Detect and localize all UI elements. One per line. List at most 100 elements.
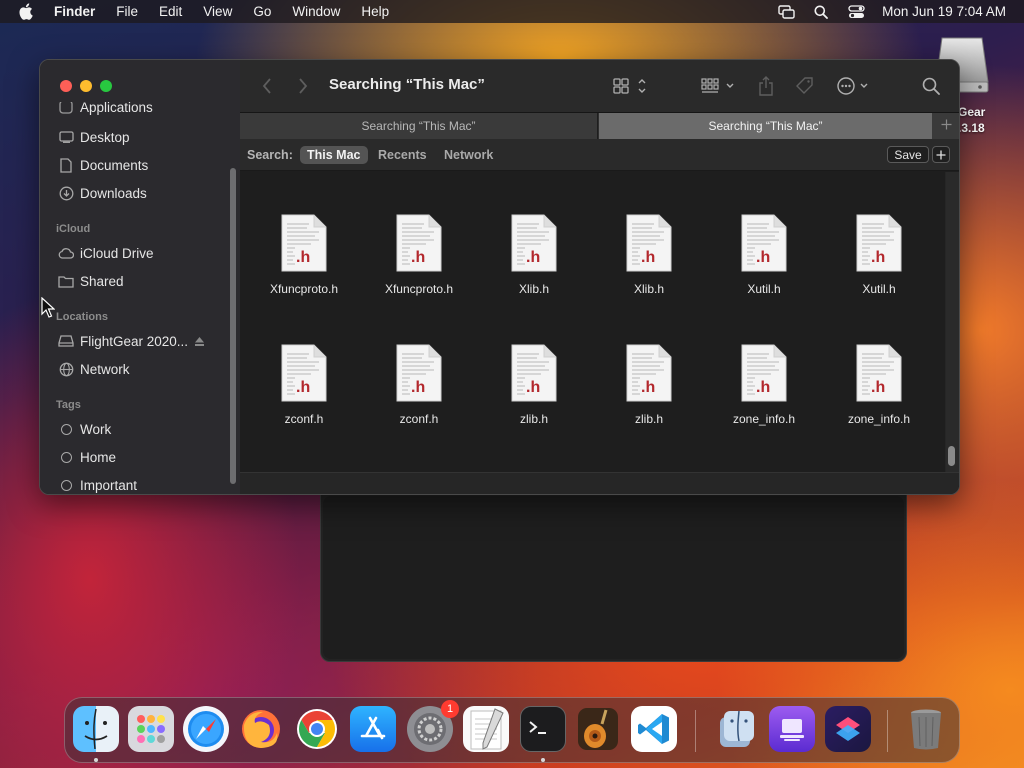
file-extension-label: .h — [871, 379, 886, 396]
dock-garageband-icon[interactable] — [575, 706, 621, 752]
file-item[interactable]: .h Xfuncproto.h — [249, 214, 359, 296]
background-window[interactable] — [320, 475, 907, 662]
close-window-button[interactable] — [60, 80, 72, 92]
tab-search-2-active[interactable]: Searching “This Mac” — [599, 113, 932, 139]
dock-safari-icon[interactable] — [183, 706, 229, 752]
file-name: zone_info.h — [732, 412, 796, 426]
tag-icon[interactable] — [795, 76, 815, 96]
scope-recents[interactable]: Recents — [371, 146, 434, 164]
minimize-window-button[interactable] — [80, 80, 92, 92]
file-grid: .h Xfuncproto.h .h Xfuncproto.h .h Xlib.h .h Xl… — [240, 172, 959, 494]
sidebar-item-label: Desktop — [80, 129, 130, 145]
file-item[interactable]: .h Xlib.h — [479, 214, 589, 296]
sidebar-item-label: iCloud Drive — [80, 245, 154, 261]
header-file-icon: .h — [511, 344, 557, 407]
dock-shortcuts-icon[interactable] — [825, 706, 871, 752]
save-search-button[interactable]: Save — [887, 146, 929, 163]
more-actions-icon[interactable] — [836, 76, 872, 96]
menu-help[interactable]: Help — [361, 4, 389, 19]
dock-textedit-icon[interactable] — [463, 706, 509, 752]
menu-go[interactable]: Go — [253, 4, 271, 19]
dock-firefox-icon[interactable] — [238, 706, 284, 752]
file-name: zone_info.h — [847, 412, 911, 426]
content-scrollbar-track[interactable] — [945, 172, 959, 472]
file-extension-label: .h — [641, 379, 656, 396]
view-mode-grid-icon[interactable] — [612, 76, 650, 96]
sidebar-item-network[interactable]: Network — [40, 358, 230, 380]
file-item[interactable]: .h zone_info.h — [824, 344, 934, 426]
new-tab-button[interactable] — [932, 113, 959, 139]
search-icon[interactable] — [922, 76, 940, 96]
file-extension-label: .h — [871, 249, 886, 266]
dock-terminal-icon[interactable] — [520, 706, 566, 752]
file-item[interactable]: .h Xlib.h — [594, 214, 704, 296]
file-extension-label: .h — [296, 249, 311, 266]
tab-search-1[interactable]: Searching “This Mac” — [240, 113, 598, 139]
dock-trash-icon[interactable] — [903, 706, 949, 752]
sidebar: Applications Desktop Documents Downloads — [40, 60, 240, 494]
sidebar-header-icloud: iCloud — [56, 223, 91, 235]
group-by-icon[interactable] — [700, 76, 738, 96]
menu-app-name[interactable]: Finder — [54, 4, 95, 19]
screen-mirroring-icon[interactable] — [777, 4, 795, 20]
menu-view[interactable]: View — [203, 4, 232, 19]
file-item[interactable]: .h zlib.h — [594, 344, 704, 426]
scope-this-mac[interactable]: This Mac — [300, 146, 368, 164]
sidebar-item-label: Shared — [80, 273, 124, 289]
disk-label-line1: Gear — [958, 105, 986, 119]
file-item[interactable]: .h zone_info.h — [709, 344, 819, 426]
sidebar-item-flightgear[interactable]: FlightGear 2020... — [40, 330, 230, 352]
status-bar — [240, 472, 959, 494]
sidebar-item-downloads[interactable]: Downloads — [40, 182, 230, 204]
sidebar-item-tag-important[interactable]: Important — [40, 474, 230, 494]
file-item[interactable]: .h zconf.h — [364, 344, 474, 426]
toolbar: Searching “This Mac” — [240, 60, 959, 113]
sidebar-item-applications[interactable]: Applications — [40, 102, 230, 118]
tag-circle-icon — [58, 477, 74, 493]
sidebar-item-desktop[interactable]: Desktop — [40, 126, 230, 148]
sidebar-item-icloud-drive[interactable]: iCloud Drive — [40, 242, 230, 264]
zoom-window-button[interactable] — [100, 80, 112, 92]
add-criteria-button[interactable] — [932, 146, 950, 163]
back-chevron-icon[interactable] — [262, 76, 272, 96]
share-icon[interactable] — [758, 76, 774, 96]
apple-logo-icon[interactable] — [18, 3, 36, 20]
file-item[interactable]: .h zlib.h — [479, 344, 589, 426]
dock-app-store-icon[interactable] — [350, 706, 396, 752]
eject-icon[interactable] — [194, 335, 205, 350]
spotlight-search-icon[interactable] — [812, 4, 830, 20]
sidebar-scrollbar[interactable] — [230, 168, 236, 484]
menu-edit[interactable]: Edit — [159, 4, 182, 19]
sidebar-item-tag-work[interactable]: Work — [40, 418, 230, 440]
disk-drive-icon — [58, 333, 74, 349]
file-extension-label: .h — [526, 379, 541, 396]
dock-finder-icon[interactable] — [73, 706, 119, 752]
scope-network[interactable]: Network — [437, 146, 500, 164]
sidebar-item-shared[interactable]: Shared — [40, 270, 230, 292]
file-item[interactable]: .h Xfuncproto.h — [364, 214, 474, 296]
menu-clock[interactable]: Mon Jun 19 7:04 AM — [882, 4, 1006, 19]
control-center-icon[interactable] — [847, 4, 865, 20]
file-item[interactable]: .h zconf.h — [249, 344, 359, 426]
header-file-icon: .h — [626, 344, 672, 407]
dock-launchpad-icon[interactable] — [128, 706, 174, 752]
header-file-icon: .h — [856, 344, 902, 407]
dock-vscode-icon[interactable] — [631, 706, 677, 752]
sidebar-header-tags: Tags — [56, 399, 81, 411]
dock-system-settings-icon[interactable]: 1 — [407, 700, 459, 752]
content-scrollbar-thumb[interactable] — [948, 446, 955, 466]
sidebar-item-tag-home[interactable]: Home — [40, 446, 230, 468]
dock-stack-app-icon[interactable] — [769, 706, 815, 752]
menu-file[interactable]: File — [116, 4, 138, 19]
dock-finder-alt-icon[interactable] — [713, 706, 759, 752]
file-item[interactable]: .h Xutil.h — [709, 214, 819, 296]
dock: 1 — [64, 697, 960, 763]
file-item[interactable]: .h Xutil.h — [824, 214, 934, 296]
forward-chevron-icon[interactable] — [298, 76, 308, 96]
sidebar-item-documents[interactable]: Documents — [40, 154, 230, 176]
sidebar-item-label: Network — [80, 361, 130, 377]
dock-chrome-icon[interactable] — [294, 706, 340, 752]
plus-icon — [941, 117, 952, 135]
menu-window[interactable]: Window — [292, 4, 340, 19]
cloud-icon — [58, 245, 74, 261]
